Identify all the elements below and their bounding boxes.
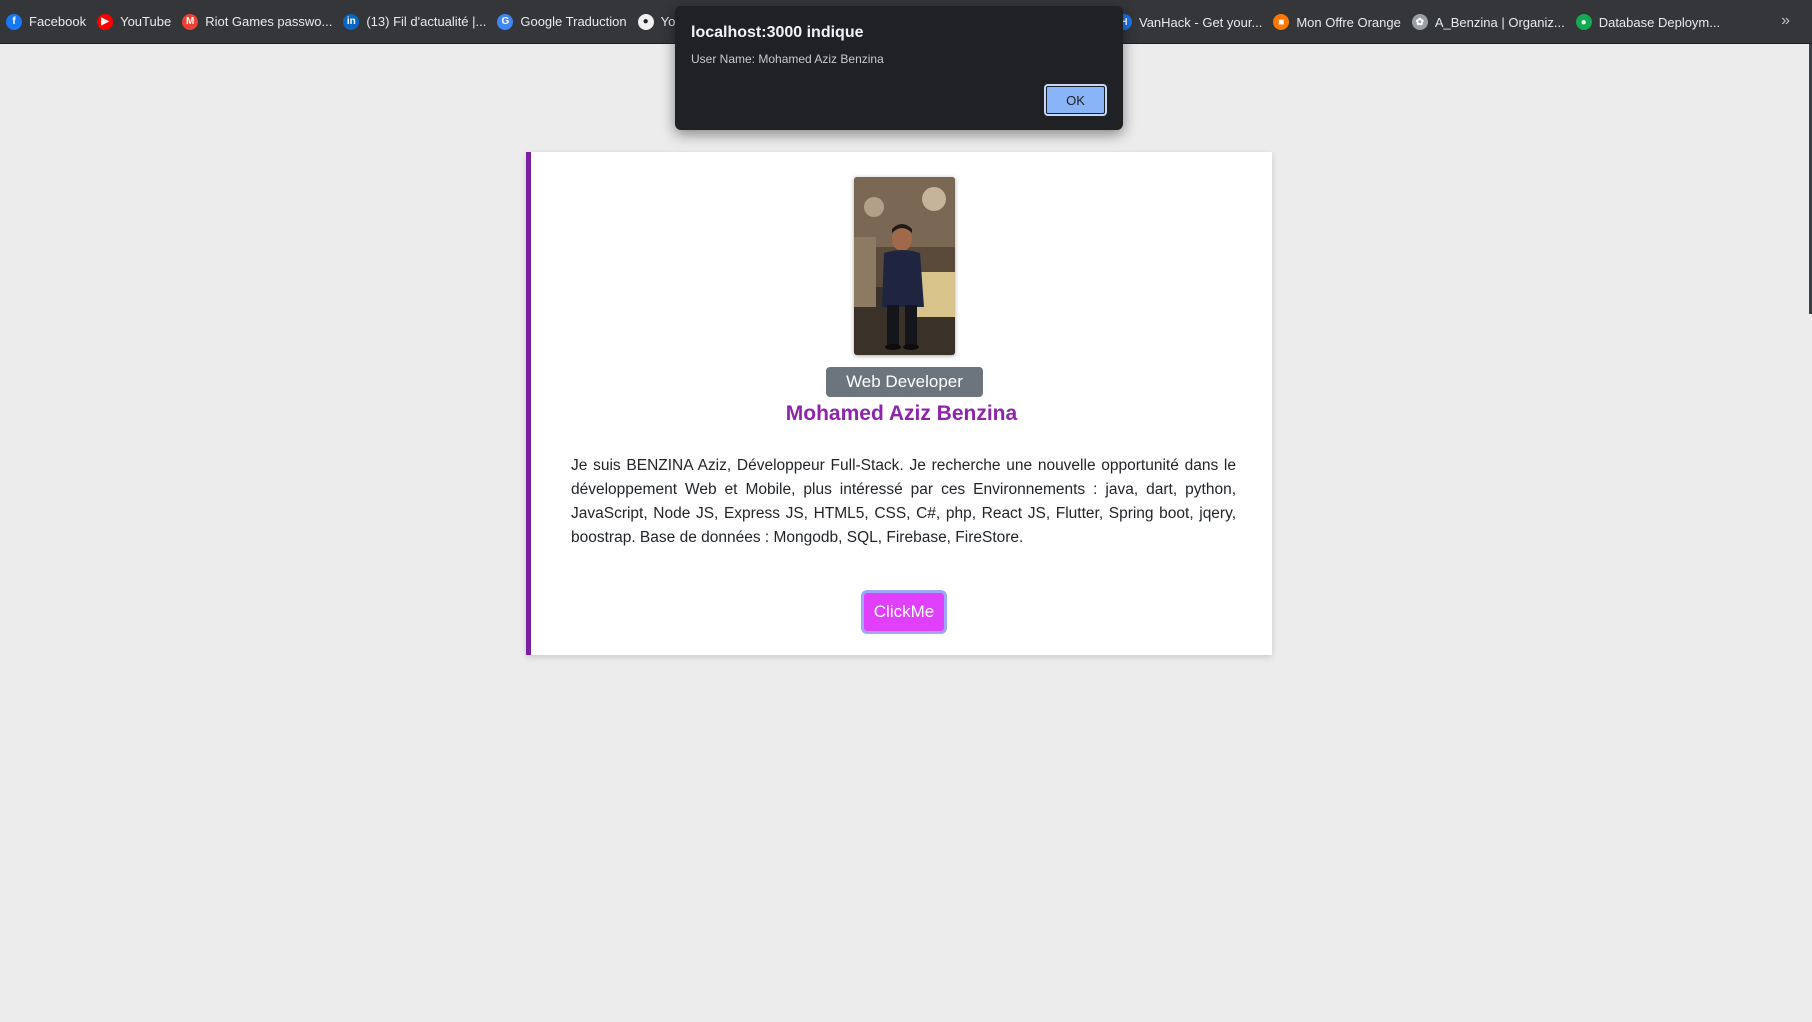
profile-photo [854,177,955,355]
youtube-icon: ▶ [97,13,114,30]
bookmarks-left: f Facebook ▶ YouTube M Riot Games passwo... in… [4,8,731,36]
bookmark-item[interactable]: M Riot Games passwo... [180,8,341,36]
profile-name: Mohamed Aziz Benzina [785,402,1018,425]
alert-title: localhost:3000 indique [691,24,864,41]
bookmark-item[interactable]: ● Database Deploym... [1574,8,1729,36]
mongodb-icon: ● [1575,14,1592,30]
linkedin-icon: in [343,13,360,30]
profile-bio: Je suis BENZINA Aziz, Développeur Full-S… [571,457,1236,546]
more-bookmarks-icon[interactable]: » [1781,12,1790,30]
bookmark-item[interactable]: G Google Traduction [495,8,635,36]
bookmark-item[interactable]: ▶ YouTube [95,8,180,36]
alert-ok-button[interactable]: OK [1044,84,1107,116]
gmail-icon: M [182,13,199,30]
bookmark-label: A_Benzina | Organiz... [1434,14,1565,30]
bookmark-label: Facebook [29,14,87,29]
bookmark-label: Mon Offre Orange [1296,14,1401,30]
alert-message: User Name: Mohamed Aziz Benzina [691,52,884,66]
bookmark-label: VanHack - Get your... [1139,14,1263,30]
bookmark-item[interactable]: f Facebook [4,8,95,36]
bookmark-item[interactable]: ✿ A_Benzina | Organiz... [1410,8,1574,36]
bookmark-label: Google Traduction [520,14,627,29]
bookmarks-right: H VanHack - Get your... ■ Mon Offre Orange ✿… [1114,8,1729,36]
bookmark-item[interactable]: ■ Mon Offre Orange [1271,8,1410,36]
alert-dialog: localhost:3000 indique User Name: Mohame… [675,6,1123,130]
bookmark-item[interactable]: in (13) Fil d'actualité |... [341,8,495,36]
bookmark-label: Riot Games passwo... [205,14,333,29]
organization-icon: ✿ [1411,14,1428,30]
profile-photo-image [854,177,955,355]
bookmark-label: (13) Fil d'actualité |... [366,14,487,29]
bookmark-label: Database Deploym... [1598,14,1721,30]
bookmark-item[interactable]: H VanHack - Get your... [1114,8,1271,36]
facebook-icon: f [6,13,22,30]
click-me-button[interactable]: ClickMe [861,590,947,634]
profile-card: Web Developer Mohamed Aziz Benzina Je su… [526,152,1272,655]
role-badge: Web Developer [826,367,983,397]
github-icon: ● [637,13,654,30]
bookmark-label: YouTube [120,14,172,29]
orange-icon: ■ [1273,14,1290,30]
google-translate-icon: G [497,13,514,30]
